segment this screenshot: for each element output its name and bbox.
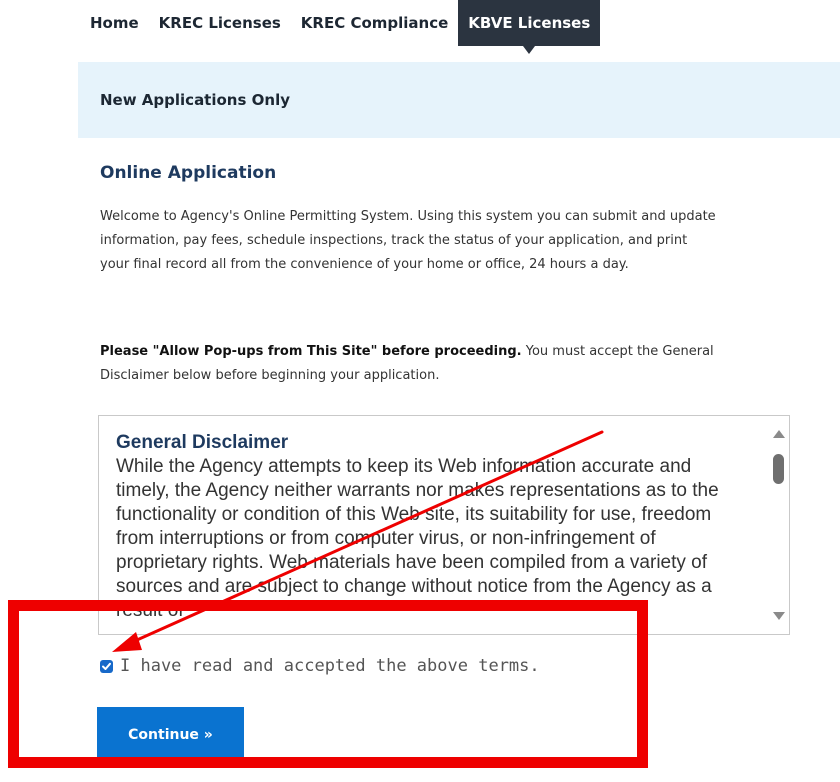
accept-terms-checkbox[interactable] [100,659,113,673]
nav-item-home[interactable]: Home [80,0,149,46]
nav-item-kbve-licenses-label: KBVE Licenses [468,14,591,32]
nav-item-krec-licenses[interactable]: KREC Licenses [149,0,291,46]
popups-instruction: Please "Allow Pop-ups from This Site" be… [100,340,720,388]
notice-banner: New Applications Only [78,62,840,138]
notice-text: New Applications Only [100,91,290,109]
checkmark-icon [102,662,111,670]
disclaimer-scrollbar[interactable] [767,416,789,634]
scroll-up-icon[interactable] [773,430,785,438]
disclaimer-box[interactable]: General Disclaimer While the Agency atte… [98,415,790,635]
continue-button[interactable]: Continue » [97,707,244,763]
accept-terms-row: I have read and accepted the above terms… [100,656,540,676]
popups-instruction-bold: Please "Allow Pop-ups from This Site" be… [100,344,522,359]
disclaimer-title: General Disclaimer [116,432,289,453]
top-nav: Home KREC Licenses KREC Compliance KBVE … [80,0,601,54]
disclaimer-content: General Disclaimer While the Agency atte… [116,431,744,623]
disclaimer-body: While the Agency attempts to keep its We… [116,456,719,621]
welcome-text: Welcome to Agency's Online Permitting Sy… [100,209,716,272]
scroll-thumb[interactable] [773,454,784,484]
active-caret-icon [523,46,536,54]
page-title: Online Application [100,163,277,183]
scroll-down-icon[interactable] [773,612,785,620]
nav-item-kbve-licenses[interactable]: KBVE Licenses [458,0,601,54]
nav-item-krec-compliance[interactable]: KREC Compliance [291,0,458,46]
accept-terms-label[interactable]: I have read and accepted the above terms… [120,656,540,676]
